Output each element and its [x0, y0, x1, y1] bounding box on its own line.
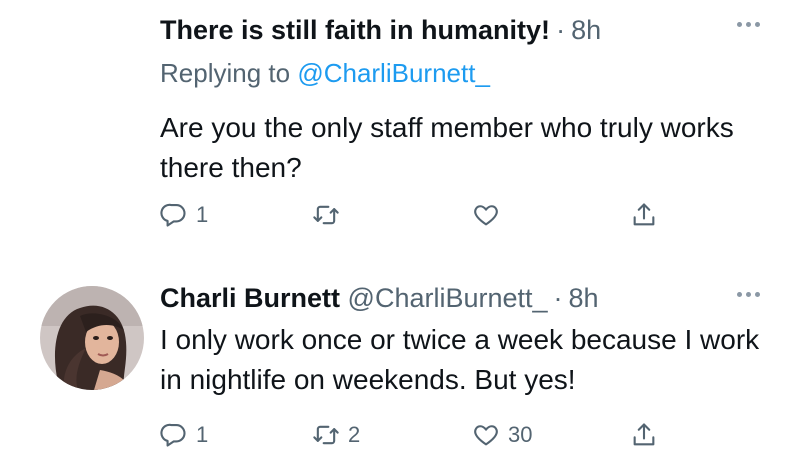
timestamp[interactable]: 8h: [571, 15, 601, 45]
retweet-count: 2: [348, 422, 361, 447]
share-button[interactable]: [630, 198, 658, 232]
like-button[interactable]: 30: [472, 418, 532, 452]
tweet-text: I only work once or twice a week because…: [160, 324, 760, 395]
retweet-icon: [313, 425, 339, 445]
display-name[interactable]: There is still faith in humanity!: [160, 15, 550, 45]
more-icon[interactable]: [737, 292, 760, 297]
replying-label: Replying to: [160, 58, 291, 88]
display-name[interactable]: Charli Burnett: [160, 283, 340, 313]
separator-dot: ·: [553, 283, 563, 313]
retweet-button[interactable]: [312, 198, 348, 232]
reply-count: 1: [196, 202, 209, 227]
reply-button[interactable]: 1: [160, 418, 208, 452]
tweet-actions: 1: [160, 198, 680, 232]
more-icon[interactable]: [737, 22, 760, 27]
tweet[interactable]: There is still faith in humanity! · 8h Rep…: [0, 0, 800, 250]
tweet-text: Are you the only staff member who truly …: [160, 112, 734, 183]
retweet-button[interactable]: 2: [312, 418, 360, 452]
like-button[interactable]: [472, 198, 508, 232]
share-icon: [633, 203, 655, 226]
heart-icon: [474, 425, 498, 446]
avatar-image: [40, 286, 144, 390]
reply-button[interactable]: 1: [160, 198, 208, 232]
reply-count: 1: [196, 422, 209, 447]
heart-icon: [474, 205, 498, 226]
share-icon: [633, 423, 655, 446]
mention-link[interactable]: @CharliBurnett_: [297, 58, 490, 88]
tweet[interactable]: Charli Burnett @CharliBurnett_ · 8h I only…: [0, 270, 800, 470]
like-count: 30: [508, 422, 533, 447]
share-button[interactable]: [630, 418, 658, 452]
reply-icon: [160, 423, 186, 447]
avatar[interactable]: [40, 286, 144, 390]
reply-icon: [160, 203, 186, 227]
user-handle[interactable]: @CharliBurnett_: [348, 283, 548, 313]
tweet-header: Charli Burnett @CharliBurnett_ · 8h: [160, 280, 599, 316]
replying-to: Replying to @CharliBurnett_: [160, 56, 490, 90]
timestamp[interactable]: 8h: [569, 283, 599, 313]
retweet-icon: [313, 205, 339, 225]
tweet-header: There is still faith in humanity! · 8h: [160, 12, 601, 48]
tweet-actions: 1 2 30: [160, 418, 680, 452]
separator-dot: ·: [556, 15, 566, 45]
